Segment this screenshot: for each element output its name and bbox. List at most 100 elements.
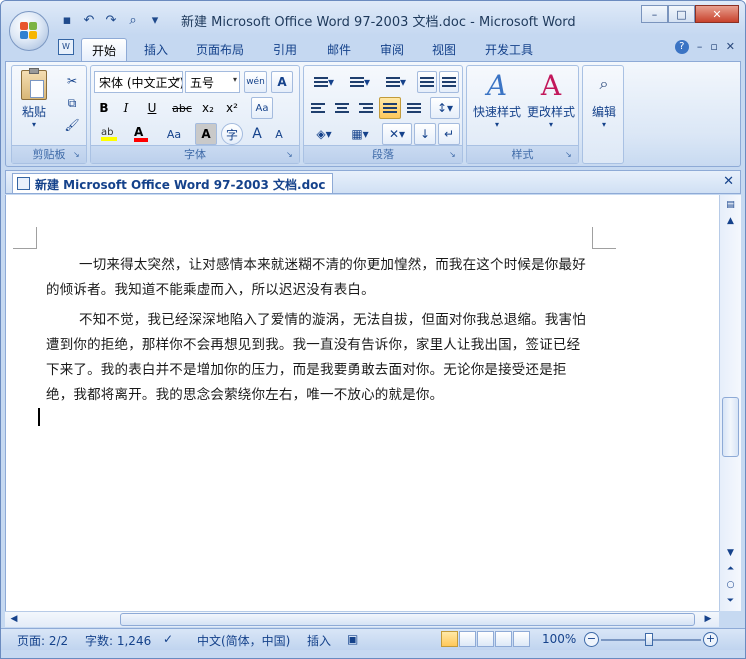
scroll-down-icon[interactable]: ▼ — [722, 545, 739, 561]
enclose-characters-button[interactable]: 字 — [221, 123, 243, 145]
browse-object-icon[interactable]: ○ — [722, 577, 739, 593]
sort-icon[interactable]: ↓ — [414, 123, 436, 145]
copy-icon[interactable]: ⧉ — [62, 92, 82, 114]
superscript-button[interactable]: x² — [221, 97, 243, 119]
multilevel-list-icon[interactable]: ▾ — [379, 71, 413, 93]
horizontal-scroll-thumb[interactable] — [120, 613, 695, 626]
quick-styles-button[interactable]: A 快速样式 ▾ — [470, 69, 524, 129]
font-launcher-icon[interactable]: ↘ — [286, 150, 296, 160]
phonetic-guide-button[interactable]: wén — [244, 71, 267, 93]
paragraph-1[interactable]: 一切来得太突然，让对感情本来就迷糊不清的你更加惶然，而我在这个时候是你最好的倾诉… — [46, 253, 586, 303]
justify-icon[interactable] — [379, 97, 401, 119]
save-icon[interactable]: ▪ — [57, 10, 77, 30]
align-center-icon[interactable] — [331, 97, 353, 119]
zoom-out-icon[interactable]: − — [584, 632, 599, 647]
decrease-indent-icon[interactable] — [417, 71, 437, 93]
help-icon[interactable]: ? — [674, 40, 689, 54]
paragraph-launcher-icon[interactable]: ↘ — [449, 150, 459, 160]
horizontal-scrollbar[interactable]: ◀ ▶ — [5, 611, 719, 627]
distributed-icon[interactable] — [403, 97, 425, 119]
font-size-dropdown-icon[interactable]: ▾ — [233, 75, 237, 84]
character-border-button[interactable]: A — [271, 71, 293, 93]
next-page-icon[interactable]: ⏷ — [722, 593, 739, 609]
close-document-icon[interactable]: ✕ — [723, 174, 734, 189]
outline-view-icon[interactable] — [495, 631, 512, 647]
underline-button[interactable]: U — [139, 97, 165, 119]
insert-mode[interactable]: 插入 — [307, 632, 331, 649]
increase-indent-icon[interactable] — [439, 71, 459, 93]
shrink-font-button[interactable]: A — [269, 123, 289, 145]
tab-home[interactable]: 开始 — [81, 38, 128, 61]
line-spacing-icon[interactable]: ↕▾ — [430, 97, 460, 119]
numbering-icon[interactable]: ▾ — [343, 71, 377, 93]
ruler-toggle-icon[interactable]: ▤ — [722, 197, 739, 213]
office-button[interactable] — [9, 11, 49, 51]
print-preview-icon[interactable]: ⌕ — [123, 10, 143, 30]
font-name-combo[interactable]: 宋体 (中文正文) ▾ — [94, 71, 183, 93]
vertical-scrollbar[interactable]: ▤ ▲ ▼ ⏶ ○ ⏷ — [719, 195, 741, 611]
close-button[interactable]: ✕ — [695, 5, 739, 23]
customize-icon[interactable]: ▾ — [145, 10, 165, 30]
zoom-in-icon[interactable]: + — [703, 632, 718, 647]
ribbon-restore-icon[interactable]: ▫ — [710, 40, 717, 54]
tab-review[interactable]: 审阅 — [370, 38, 414, 61]
maximize-button[interactable]: □ — [668, 5, 695, 23]
format-painter-icon[interactable]: 🖌 — [62, 114, 82, 136]
tab-developer[interactable]: 开发工具 — [475, 38, 543, 61]
align-left-icon[interactable] — [307, 97, 329, 119]
minimize-button[interactable]: – — [641, 5, 668, 23]
macro-record-icon[interactable]: ▣ — [347, 632, 358, 646]
draft-view-icon[interactable] — [513, 631, 530, 647]
quick-styles-dropdown-icon[interactable]: ▾ — [470, 120, 524, 129]
editing-button[interactable]: ⌕ 编辑 ▾ — [585, 71, 623, 129]
italic-button[interactable]: I — [116, 97, 136, 119]
bullets-icon[interactable]: ▾ — [307, 71, 341, 93]
show-marks-icon[interactable]: ↵ — [438, 123, 460, 145]
scroll-up-icon[interactable]: ▲ — [722, 213, 739, 229]
redo-icon[interactable]: ↷ — [101, 10, 121, 30]
cut-icon[interactable]: ✂ — [62, 70, 82, 92]
change-case-button[interactable]: Aa — [159, 123, 189, 145]
font-name-dropdown-icon[interactable]: ▾ — [176, 75, 180, 84]
clipboard-launcher-icon[interactable]: ↘ — [73, 150, 83, 160]
ribbon-minimize-icon[interactable]: – — [697, 40, 703, 54]
subscript-button[interactable]: x₂ — [197, 97, 219, 119]
character-shading-button[interactable]: A — [195, 123, 217, 145]
tab-mailings[interactable]: 邮件 — [317, 38, 361, 61]
tab-references[interactable]: 引用 — [263, 38, 307, 61]
full-screen-reading-view-icon[interactable] — [459, 631, 476, 647]
paste-button[interactable]: 粘贴 ▾ — [16, 68, 52, 129]
undo-icon[interactable]: ↶ — [79, 10, 99, 30]
strikethrough-button[interactable]: abc — [169, 97, 195, 119]
vertical-scroll-thumb[interactable] — [722, 397, 739, 457]
editing-dropdown-icon[interactable]: ▾ — [585, 120, 623, 129]
clear-formatting-icon[interactable]: Aa — [251, 97, 273, 119]
scroll-left-icon[interactable]: ◀ — [7, 612, 21, 627]
scroll-right-icon[interactable]: ▶ — [701, 612, 715, 627]
document-tab[interactable]: 新建 Microsoft Office Word 97-2003 文档.doc — [12, 173, 333, 193]
word-count[interactable]: 字数: 1,246 — [85, 632, 151, 649]
zoom-level[interactable]: 100% — [542, 632, 576, 646]
styles-launcher-icon[interactable]: ↘ — [565, 150, 575, 160]
zoom-slider[interactable] — [601, 633, 701, 646]
highlight-button[interactable]: ab — [94, 123, 124, 145]
zoom-slider-knob[interactable] — [645, 633, 653, 646]
change-styles-dropdown-icon[interactable]: ▾ — [524, 120, 578, 129]
grow-font-button[interactable]: A — [247, 123, 267, 145]
print-layout-view-icon[interactable] — [441, 631, 458, 647]
align-right-icon[interactable] — [355, 97, 377, 119]
bold-button[interactable]: B — [94, 97, 114, 119]
font-size-combo[interactable]: 五号 ▾ — [185, 71, 240, 93]
tab-page-layout[interactable]: 页面布局 — [186, 38, 254, 61]
borders-icon[interactable]: ▦▾ — [343, 123, 377, 145]
proofing-icon[interactable]: ✓ — [163, 632, 173, 646]
tab-insert[interactable]: 插入 — [134, 38, 178, 61]
document-area[interactable]: 一切来得太突然，让对感情本来就迷糊不清的你更加惶然，而我在这个时候是你最好的倾诉… — [5, 195, 719, 611]
paragraph-2[interactable]: 不知不觉，我已经深深地陷入了爱情的漩涡，无法自拔，但面对你我总退缩。我害怕遭到你… — [46, 308, 586, 408]
page-count[interactable]: 页面: 2/2 — [17, 632, 68, 649]
language-indicator[interactable]: 中文(简体，中国) — [197, 632, 290, 649]
font-color-button[interactable]: A — [127, 123, 155, 145]
previous-page-icon[interactable]: ⏶ — [722, 561, 739, 577]
word-doc-icon[interactable]: W — [58, 39, 74, 55]
chinese-layout-icon[interactable]: ✕▾ — [382, 123, 412, 145]
